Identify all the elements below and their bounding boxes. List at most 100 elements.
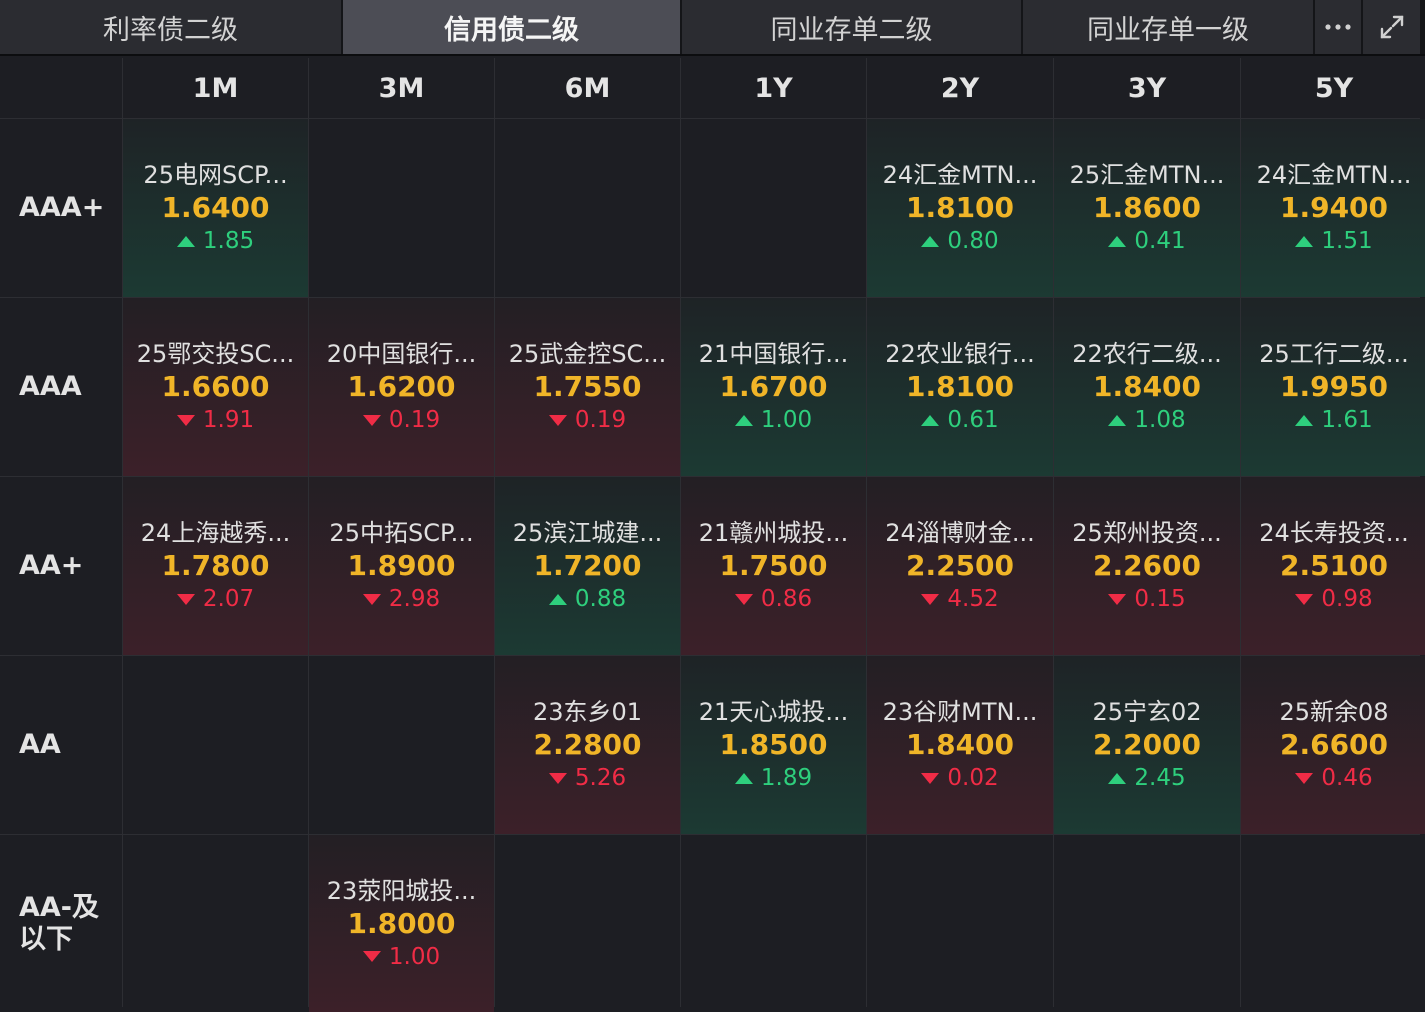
bond-change: 0.15 — [1108, 583, 1186, 615]
bond-cell[interactable]: 21天心城投... 1.8500 1.89 — [681, 656, 866, 834]
bond-name: 24汇金MTN... — [1256, 161, 1412, 189]
row-header-line: 以下 — [19, 923, 73, 955]
bond-cell[interactable]: 21中国银行... 1.6700 1.00 — [681, 298, 866, 476]
bond-change-value: 2.98 — [388, 586, 441, 612]
bond-change-value: 0.15 — [1134, 586, 1186, 612]
expand-button[interactable] — [1363, 0, 1420, 54]
row-header: AA — [0, 656, 122, 834]
bond-change-value: 0.86 — [760, 586, 813, 612]
bond-change-value: 0.46 — [1321, 765, 1373, 791]
column-header-6m: 6M — [495, 58, 680, 118]
bond-cell[interactable]: 25新余08 2.6600 0.46 — [1241, 656, 1425, 834]
bond-cell[interactable]: 25宁玄02 2.2000 2.45 — [1054, 656, 1240, 834]
bond-yield: 1.8400 — [905, 728, 1015, 761]
bond-yield: 1.6400 — [161, 191, 270, 224]
more-button[interactable] — [1315, 0, 1363, 54]
bond-yield: 1.8400 — [1092, 370, 1202, 403]
bond-cell[interactable]: 24汇金MTN... 1.9400 1.51 — [1241, 119, 1425, 297]
bond-cell[interactable]: 22农行二级... 1.8400 1.08 — [1054, 298, 1240, 476]
bond-yield: 2.2800 — [533, 728, 642, 761]
empty-cell — [681, 119, 866, 297]
column-header-3y: 3Y — [1054, 58, 1240, 118]
empty-cell — [495, 835, 680, 1012]
arrow-down-icon — [362, 593, 381, 605]
row-header: AA+ — [0, 477, 122, 655]
tab-ncd-secondary[interactable]: 同业存单二级 — [682, 0, 1023, 54]
bond-cell[interactable]: 23荥阳城投... 1.8000 1.00 — [309, 835, 494, 1012]
expand-icon — [1380, 15, 1403, 39]
bond-cell[interactable]: 23东乡01 2.2800 5.26 — [495, 656, 680, 834]
bond-name: 24淄博财金... — [885, 519, 1035, 547]
bond-cell[interactable]: 25汇金MTN... 1.8600 0.41 — [1054, 119, 1240, 297]
bond-cell[interactable]: 24淄博财金... 2.2500 4.52 — [867, 477, 1053, 655]
bond-cell[interactable]: 25郑州投资... 2.2600 0.15 — [1054, 477, 1240, 655]
bond-yield: 1.8100 — [905, 191, 1015, 224]
bond-yield: 2.2600 — [1092, 549, 1202, 582]
arrow-down-icon — [548, 772, 567, 784]
bond-yield: 1.6200 — [347, 370, 456, 403]
bond-cell[interactable]: 24汇金MTN... 1.8100 0.80 — [867, 119, 1053, 297]
bond-yield: 2.2500 — [905, 549, 1015, 582]
bond-cell[interactable]: 25鄂交投SC... 1.6600 1.91 — [123, 298, 308, 476]
bond-name: 23谷财MTN... — [882, 698, 1038, 726]
empty-cell — [123, 656, 308, 834]
bond-name: 21赣州城投... — [698, 519, 849, 547]
bond-change: 2.98 — [362, 583, 441, 615]
bond-cell[interactable]: 25电网SCP... 1.6400 1.85 — [123, 119, 308, 297]
bond-cell[interactable]: 25滨江城建... 1.7200 0.88 — [495, 477, 680, 655]
bond-cell[interactable]: 22农业银行... 1.8100 0.61 — [867, 298, 1053, 476]
bond-change: 2.45 — [1108, 762, 1186, 794]
bond-cell[interactable]: 20中国银行... 1.6200 0.19 — [309, 298, 494, 476]
bond-name: 25中拓SCP... — [329, 519, 474, 547]
bond-change: 1.85 — [176, 225, 254, 257]
yield-matrix: 1M 3M 6M 1Y 2Y 3Y 5Y AAA+ 25电网SCP... 1.6400 1.85 24… — [0, 58, 1425, 1012]
arrow-down-icon — [1295, 772, 1314, 784]
bond-change-value: 1.00 — [760, 407, 813, 433]
bond-change-value: 1.51 — [1321, 228, 1373, 254]
arrow-down-icon — [1295, 593, 1314, 605]
bond-name: 25新余08 — [1279, 698, 1389, 726]
bond-yield: 1.9950 — [1279, 370, 1389, 403]
bond-cell[interactable]: 23谷财MTN... 1.8400 0.02 — [867, 656, 1053, 834]
bond-cell[interactable]: 25中拓SCP... 1.8900 2.98 — [309, 477, 494, 655]
row-header-line: AA-及 — [19, 891, 99, 923]
bond-change: 1.08 — [1108, 404, 1186, 436]
row-header: AA-及 以下 — [0, 835, 122, 1012]
arrow-up-icon — [1108, 414, 1127, 426]
empty-cell — [309, 656, 494, 834]
bond-yield: 1.7200 — [533, 549, 642, 582]
bond-cell[interactable]: 25武金控SC... 1.7550 0.19 — [495, 298, 680, 476]
bond-change-value: 1.00 — [388, 943, 441, 970]
empty-cell — [495, 119, 680, 297]
bond-cell[interactable]: 24上海越秀... 1.7800 2.07 — [123, 477, 308, 655]
column-header-5y: 5Y — [1241, 58, 1425, 118]
arrow-down-icon — [362, 414, 381, 426]
bond-name: 25鄂交投SC... — [136, 340, 295, 368]
tab-ncd-primary[interactable]: 同业存单一级 — [1023, 0, 1315, 54]
bond-name: 23东乡01 — [532, 698, 643, 726]
tab-credit-bond-secondary[interactable]: 信用债二级 — [343, 0, 682, 54]
more-icon — [1325, 24, 1351, 30]
bond-change-value: 5.26 — [574, 765, 627, 791]
arrow-down-icon — [176, 414, 195, 426]
empty-cell — [1054, 835, 1240, 1012]
bond-name: 24汇金MTN... — [882, 161, 1038, 189]
bond-yield: 2.2000 — [1092, 728, 1202, 761]
bond-yield: 1.8100 — [905, 370, 1015, 403]
tab-rate-bond-secondary[interactable]: 利率债二级 — [0, 0, 343, 54]
bond-cell[interactable]: 24长寿投资... 2.5100 0.98 — [1241, 477, 1425, 655]
bond-yield: 1.8500 — [719, 728, 828, 761]
tab-bar: 利率债二级 信用债二级 同业存单二级 同业存单一级 — [0, 0, 1425, 56]
bond-change-value: 1.08 — [1134, 407, 1186, 433]
bond-yield: 1.7550 — [533, 370, 642, 403]
bond-cell[interactable]: 25工行二级... 1.9950 1.61 — [1241, 298, 1425, 476]
bond-change: 0.19 — [548, 404, 626, 436]
arrow-up-icon — [1295, 414, 1314, 426]
bond-name: 25武金控SC... — [508, 340, 667, 368]
arrow-down-icon — [362, 951, 381, 962]
row-header-label: AAA+ — [19, 192, 105, 223]
bond-name: 25汇金MTN... — [1069, 161, 1225, 189]
bond-change: 0.88 — [548, 583, 626, 615]
arrow-up-icon — [734, 772, 753, 784]
bond-cell[interactable]: 21赣州城投... 1.7500 0.86 — [681, 477, 866, 655]
